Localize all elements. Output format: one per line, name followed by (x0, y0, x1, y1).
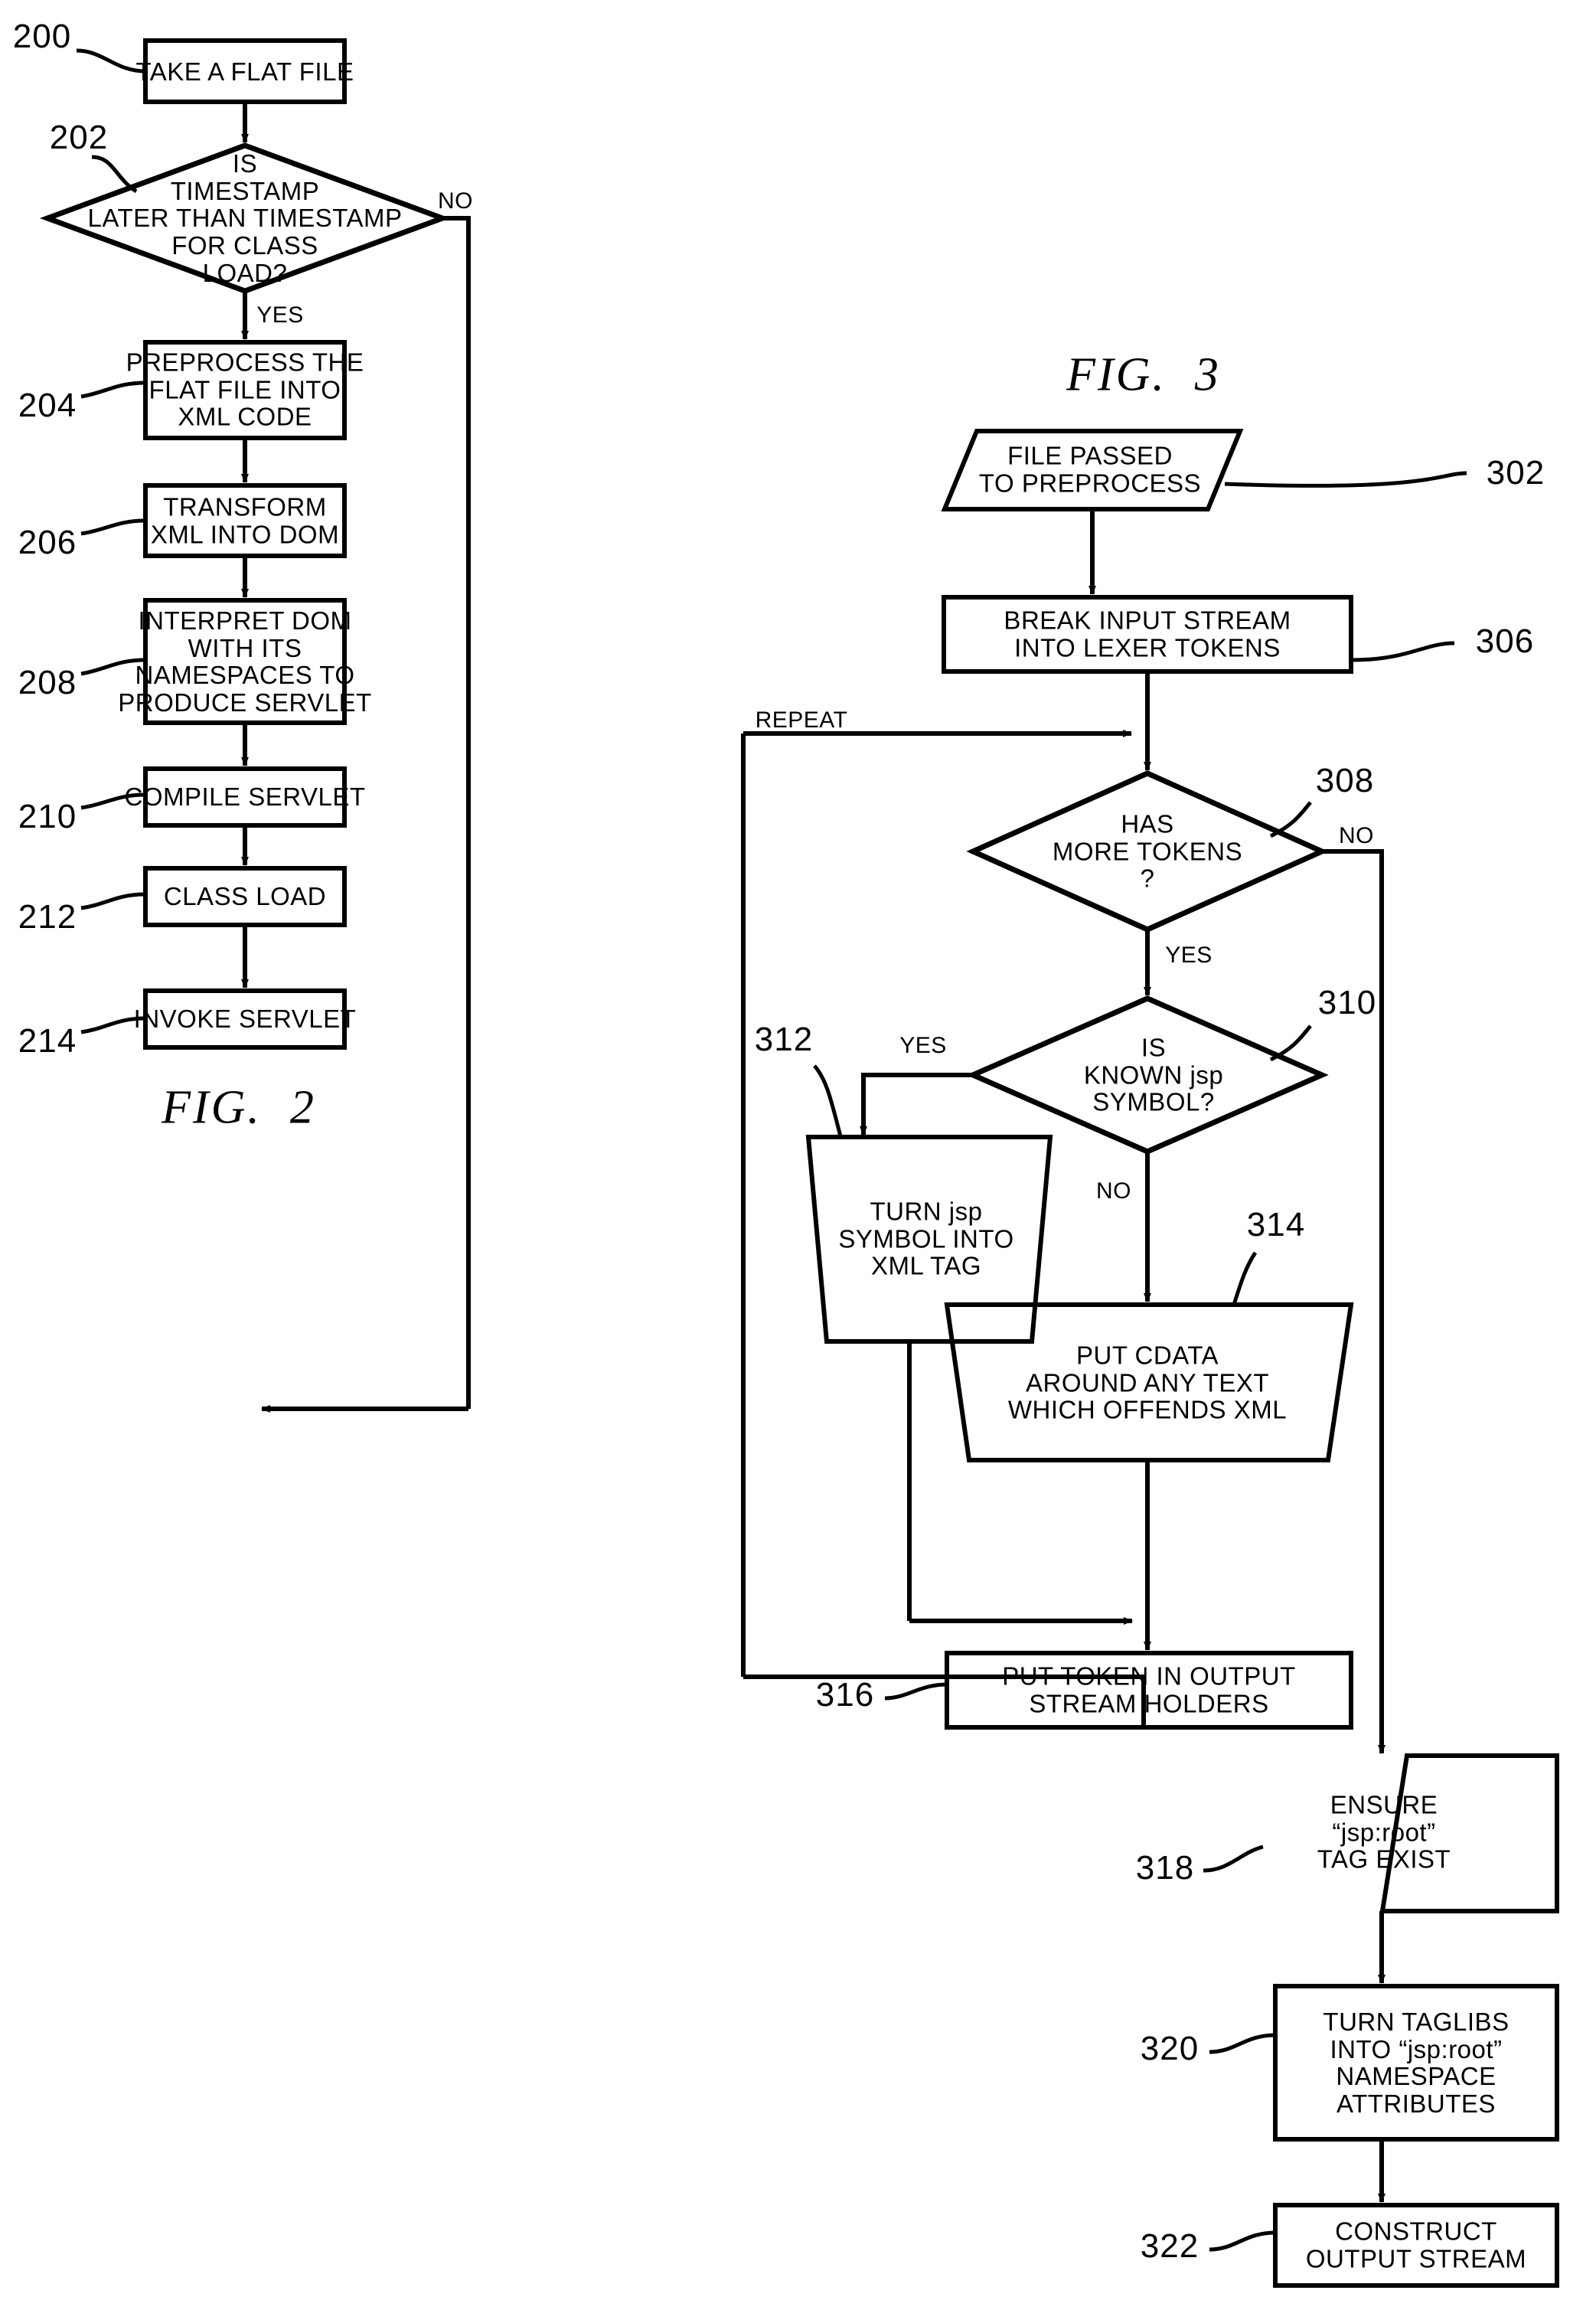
ref-number-320: 320 (1140, 2030, 1199, 2068)
leader-206 (80, 518, 146, 536)
edge-label-yes-202: YES (256, 302, 304, 328)
node-320-label: TURN TAGLIBS INTO “jsp:root” NAMESPACE A… (1323, 2007, 1510, 2118)
ref-number-306: 306 (1475, 622, 1535, 661)
node-316-label: PUT TOKEN IN OUTPUT STREAM HOLDERS (1002, 1661, 1296, 1717)
leader-308 (1269, 801, 1312, 838)
leader-200 (76, 48, 146, 74)
node-202-label: IS TIMESTAMP LATER THAN TIMESTAMP FOR CL… (87, 149, 403, 287)
node-302-label: FILE PASSED TO PREPROCESS (978, 441, 1202, 497)
node-322-label: CONSTRUCT OUTPUT STREAM (1305, 2217, 1527, 2272)
ref-number-212: 212 (18, 898, 77, 936)
figure-caption-2: FIG. 2 (162, 1081, 316, 1134)
ref-number-208: 208 (18, 664, 77, 702)
leader-302 (1224, 471, 1467, 488)
figure-caption-3: FIG. 3 (1066, 348, 1221, 401)
node-200-label: TAKE A FLAT FILE (135, 57, 354, 87)
ref-number-210: 210 (18, 798, 77, 836)
node-204-label: PREPROCESS THE FLAT FILE INTO XML CODE (126, 348, 364, 431)
leader-306 (1351, 641, 1455, 662)
node-214-label: INVOKE SERVLET (133, 1005, 357, 1034)
node-318-label: ENSURE “jsp:root” TAG EXIST (1317, 1790, 1451, 1874)
leader-312 (813, 1064, 843, 1137)
ref-number-200: 200 (12, 18, 72, 56)
leader-314 (1232, 1251, 1258, 1305)
edge-label-no-308: NO (1339, 822, 1374, 848)
node-314-label: PUT CDATA AROUND ANY TEXT WHICH OFFENDS … (1007, 1341, 1288, 1424)
node-312-label: TURN jsp SYMBOL INTO XML TAG (838, 1197, 1014, 1280)
node-208-label: INTERPRET DOM WITH ITS NAMESPACES TO PRO… (118, 606, 372, 717)
ref-number-302: 302 (1486, 454, 1545, 492)
edge-label-yes-310: YES (899, 1032, 947, 1058)
flowchart-vector-layer (39, 38, 1559, 2288)
ref-number-206: 206 (18, 524, 77, 562)
ref-number-322: 322 (1140, 2227, 1199, 2266)
leader-310 (1269, 1024, 1312, 1062)
ref-number-310: 310 (1317, 984, 1377, 1022)
ref-number-316: 316 (815, 1676, 875, 1714)
edge-310-yes (861, 1073, 973, 1130)
node-210-label: COMPILE SERVLET (124, 783, 366, 812)
edge-202-no (442, 216, 471, 1409)
leader-318 (1203, 1844, 1264, 1873)
ref-number-318: 318 (1135, 1849, 1195, 1887)
leader-316 (884, 1682, 948, 1701)
edge-label-repeat: REPEAT (755, 707, 848, 733)
ref-number-214: 214 (18, 1022, 77, 1060)
node-206-label: TRANSFORM XML INTO DOM (150, 492, 340, 548)
node-212-label: CLASS LOAD (163, 882, 327, 911)
leader-212 (80, 892, 146, 910)
node-306-label: BREAK INPUT STREAM INTO LEXER TOKENS (1004, 606, 1291, 662)
leader-320 (1209, 2033, 1276, 2054)
ref-number-308: 308 (1315, 762, 1375, 800)
leader-322 (1209, 2230, 1276, 2252)
patent-drawing-sheet: 200 TAKE A FLAT FILE 202 IS TIMESTAMP LA… (0, 0, 1596, 2310)
edge-label-no-202: NO (438, 188, 473, 214)
ref-number-314: 314 (1246, 1206, 1306, 1244)
edge-label-yes-308: YES (1165, 942, 1213, 968)
node-310-label: IS KNOWN jsp SYMBOL? (1083, 1033, 1224, 1116)
ref-number-312: 312 (754, 1021, 814, 1059)
node-308-label: HAS MORE TOKENS ? (1052, 809, 1243, 893)
ref-number-204: 204 (18, 387, 77, 425)
edge-label-no-310: NO (1096, 1178, 1131, 1204)
